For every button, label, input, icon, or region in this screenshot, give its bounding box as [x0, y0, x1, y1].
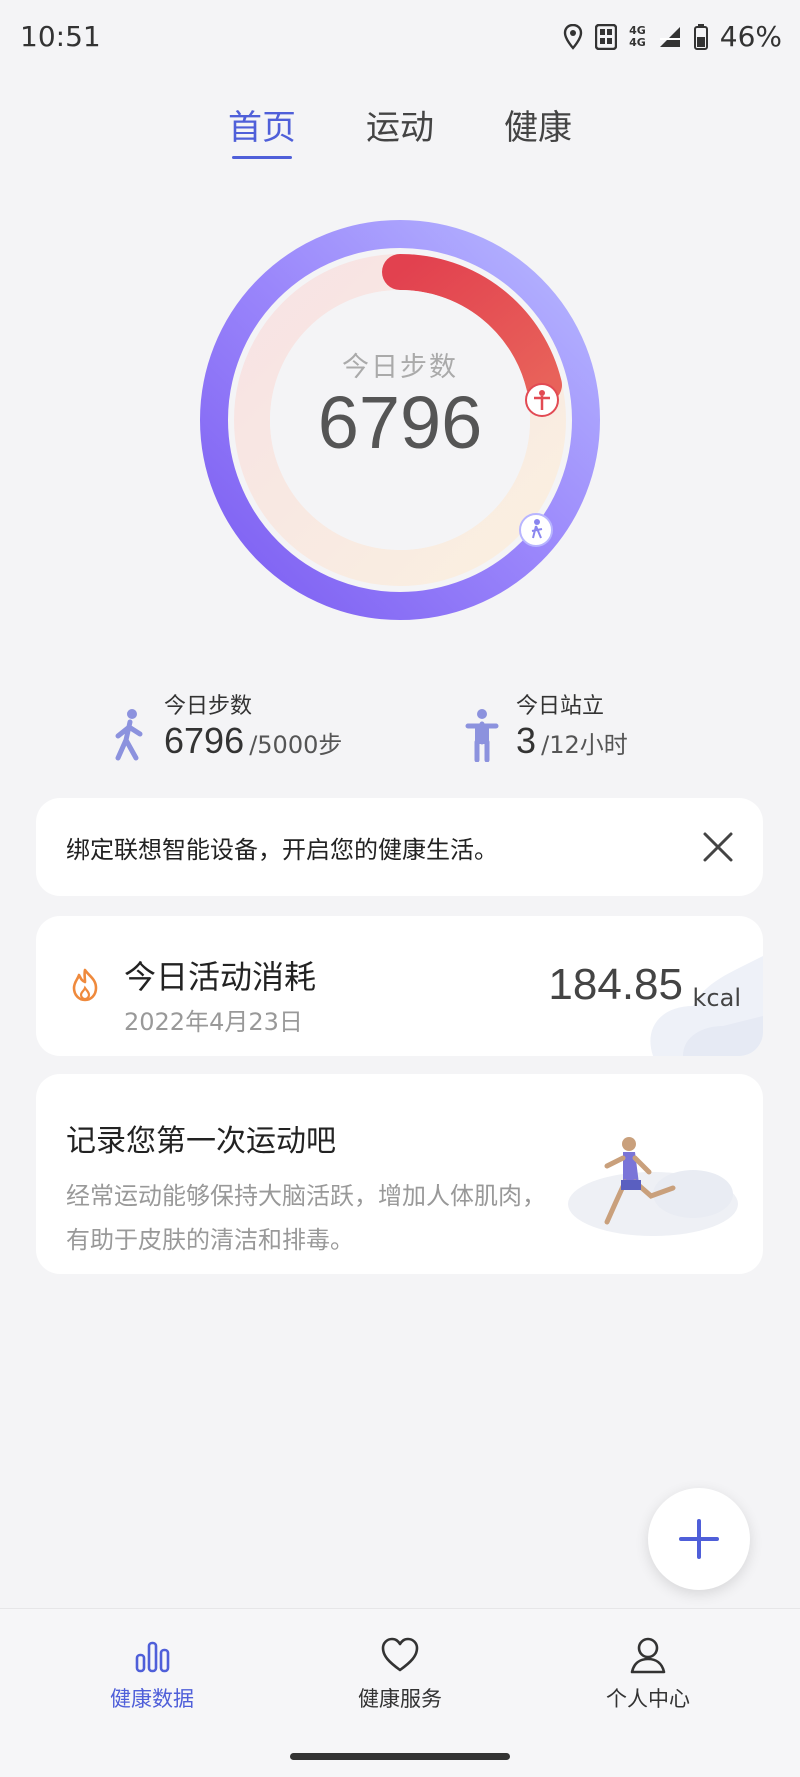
tab-sports[interactable]: 运动	[366, 100, 434, 159]
status-icons: 4G 4G 46%	[563, 20, 782, 53]
runner-illustration	[568, 1137, 738, 1236]
activity-ring: 今日步数 6796	[200, 220, 600, 620]
activity-calories-card[interactable]: 今日活动消耗 2022年4月23日 184.85 kcal	[36, 916, 763, 1056]
bottom-nav: 健康数据 健康服务 个人中心	[0, 1608, 800, 1777]
record-first-workout-card[interactable]: 记录您第一次运动吧 经常运动能够保持大脑活跃，增加人体肌肉， 有助于皮肤的清洁和…	[36, 1074, 763, 1274]
stand-stat: 今日站立 3 /12小时	[462, 688, 628, 762]
battery-icon	[693, 23, 708, 50]
network-type: 4G 4G	[629, 23, 646, 49]
battery-level: 46%	[719, 20, 782, 53]
status-time: 10:51	[20, 20, 101, 53]
flame-icon	[72, 968, 98, 1002]
top-tabs: 首页 运动 健康	[0, 100, 800, 159]
steps-stat: 今日步数 6796 /5000步	[110, 688, 342, 762]
stand-stat-text: 今日站立 3 /12小时	[516, 688, 628, 762]
steps-stat-label: 今日步数	[164, 694, 253, 719]
plus-icon	[679, 1519, 719, 1559]
activity-calories-unit: kcal	[692, 984, 741, 1012]
home-indicator[interactable]	[290, 1753, 510, 1760]
nav-health-service[interactable]: 健康服务	[320, 1635, 480, 1713]
nav-profile[interactable]: 个人中心	[568, 1635, 728, 1713]
nav-health-data-label: 健康数据	[110, 1687, 194, 1711]
bind-device-card[interactable]: 绑定联想智能设备，开启您的健康生活。	[36, 798, 763, 896]
steps-stat-text: 今日步数 6796 /5000步	[164, 688, 342, 762]
heart-icon	[381, 1637, 419, 1672]
add-button[interactable]	[648, 1488, 750, 1590]
stand-stat-value: 3	[516, 720, 537, 761]
sim-icon	[595, 23, 618, 50]
network-type-top: 4G	[629, 23, 646, 37]
activity-calories-value: 184.85	[548, 960, 683, 1009]
stand-stat-goal: /12小时	[541, 731, 628, 759]
nav-health-data[interactable]: 健康数据	[72, 1635, 232, 1713]
tab-health[interactable]: 健康	[504, 100, 572, 159]
standing-person-icon	[465, 709, 499, 762]
person-icon	[630, 1637, 666, 1674]
nav-profile-label: 个人中心	[606, 1687, 690, 1711]
network-type-bottom: 4G	[629, 35, 646, 49]
record-title: 记录您第一次运动吧	[66, 1124, 336, 1159]
nav-health-service-label: 健康服务	[358, 1687, 442, 1711]
location-icon	[563, 23, 583, 50]
status-bar: 10:51 4G 4G 46%	[0, 0, 800, 80]
activity-date: 2022年4月23日	[124, 1008, 303, 1036]
steps-stat-goal: /5000步	[249, 731, 343, 759]
ring-label: 今日步数	[342, 352, 458, 383]
close-icon[interactable]	[699, 828, 737, 866]
walking-person-icon	[115, 709, 143, 761]
bar-chart-icon	[135, 1641, 170, 1673]
steps-stat-value: 6796	[164, 720, 245, 761]
activity-title: 今日活动消耗	[124, 958, 317, 996]
signal-icon	[658, 25, 682, 49]
tab-home[interactable]: 首页	[228, 100, 296, 159]
stand-stat-label: 今日站立	[516, 694, 605, 719]
ring-center: 今日步数 6796	[200, 220, 600, 620]
bind-device-text: 绑定联想智能设备，开启您的健康生活。	[66, 835, 498, 864]
ring-step-count: 6796	[317, 381, 483, 464]
